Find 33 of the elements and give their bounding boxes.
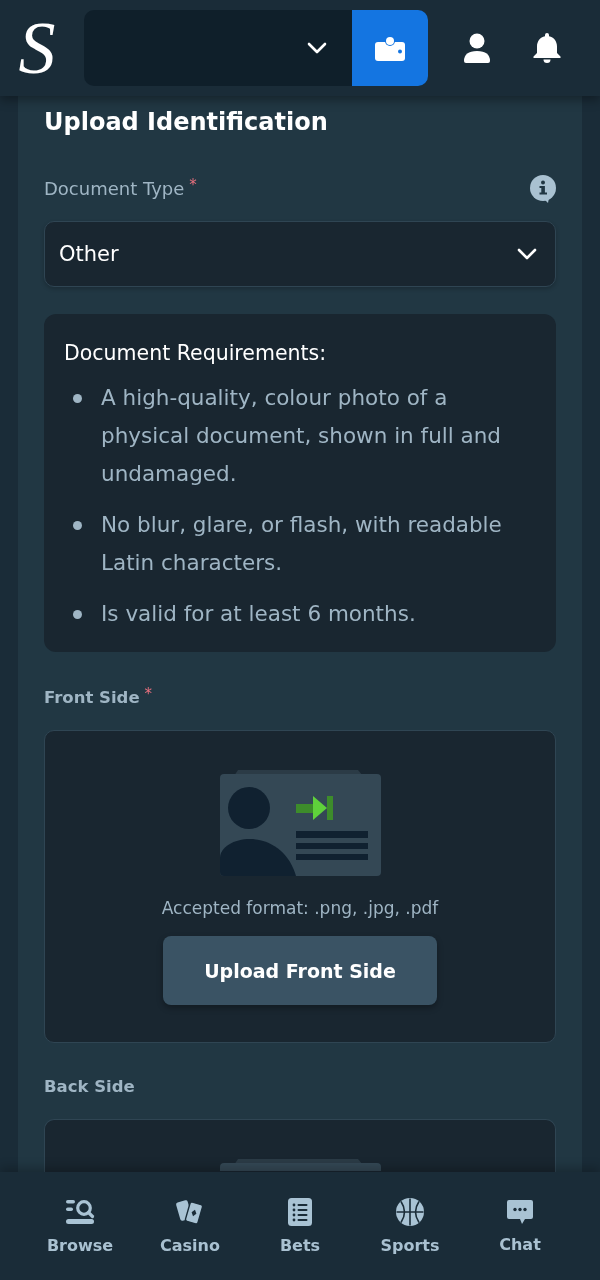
nav-item[interactable]: Bets [279, 1196, 321, 1256]
basketball-icon [395, 1196, 425, 1227]
format-note: Accepted format: .png, .jpg, .pdf [161, 897, 439, 920]
upload-dropzone[interactable]: Accepted format: .png, .jpg, .pdf Upload Front Side [44, 730, 556, 1043]
bullet-icon [73, 521, 82, 530]
document-type-select[interactable]: Other [44, 221, 556, 287]
info-icon[interactable] [530, 175, 556, 203]
field-label: Front Side [44, 687, 140, 709]
requirements-title: Document Requirements: [64, 340, 328, 367]
required-mark: * [144, 686, 153, 702]
chevron-down-icon [307, 42, 327, 54]
list-icon [287, 1196, 313, 1227]
bullet-icon [73, 394, 82, 403]
required-mark: * [189, 177, 197, 193]
chevron-down-icon [517, 248, 537, 260]
field-label: Document Type [44, 177, 185, 201]
user-icon[interactable] [462, 33, 492, 63]
logo[interactable]: S [16, 16, 58, 80]
field-label: Back Side [44, 1076, 135, 1098]
wallet-icon [375, 35, 405, 61]
nav-item[interactable]: Sports [380, 1196, 440, 1256]
nav-item[interactable]: Chat [499, 1197, 541, 1255]
nav-item[interactable]: Browse [46, 1196, 114, 1256]
requirement-text: A high-quality, colour photo of a physical document, shown in full and undamaged. [101, 384, 502, 488]
page-title: Upload Identification [44, 107, 329, 138]
bell-icon[interactable] [532, 32, 562, 64]
chat-icon [506, 1197, 534, 1226]
upload-button[interactable]: Upload Front Side [163, 936, 437, 1005]
nav-item[interactable]: Casino [160, 1196, 220, 1256]
wallet-button[interactable] [352, 10, 428, 86]
bullet-icon [73, 610, 82, 619]
requirement-text: Is valid for at least 6 months. [101, 600, 416, 628]
requirement-text: No blur, glare, or flash, with readable Latin characters. [101, 511, 503, 577]
